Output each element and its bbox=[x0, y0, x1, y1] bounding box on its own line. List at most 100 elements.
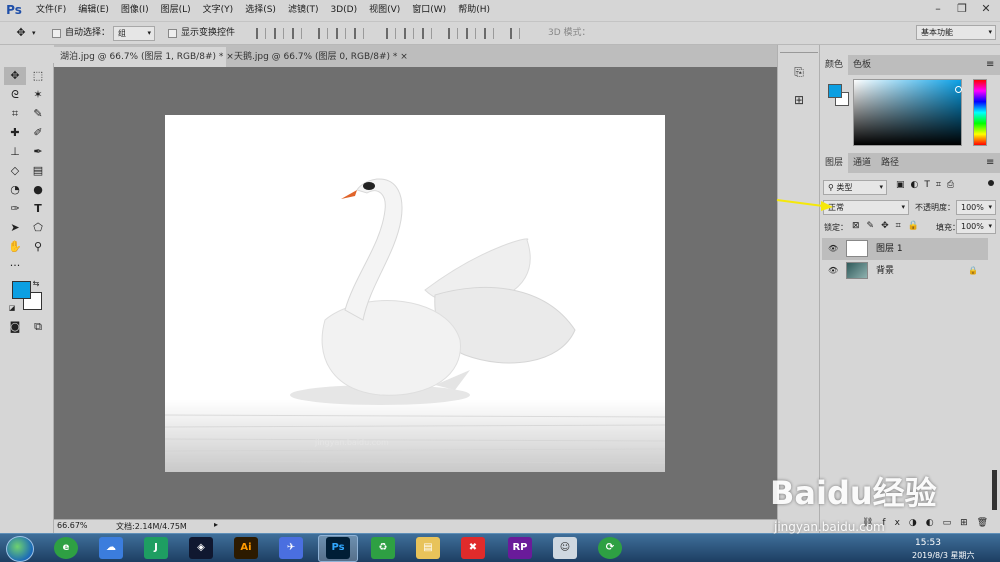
menu-help[interactable]: 帮助(H) bbox=[452, 0, 496, 20]
zoom-tool-icon[interactable]: ⚲ bbox=[27, 238, 49, 256]
browser-icon[interactable]: e bbox=[54, 537, 78, 559]
menu-filter[interactable]: 滤镜(T) bbox=[282, 0, 325, 20]
shape-tool-icon[interactable]: ⬠ bbox=[27, 219, 49, 237]
foreground-color-swatch[interactable] bbox=[12, 281, 31, 299]
netdisk-icon[interactable]: ☁ bbox=[99, 537, 123, 559]
path-select-icon[interactable]: ➤ bbox=[4, 219, 26, 237]
app-icon[interactable]: ◈ bbox=[189, 537, 213, 559]
eyedropper-icon[interactable]: ✎ bbox=[27, 105, 49, 123]
dodge-tool-icon[interactable]: ● bbox=[27, 181, 49, 199]
layer-row-layer1[interactable]: 👁 图层 1 bbox=[822, 238, 988, 260]
eye-icon[interactable]: 👁 bbox=[828, 260, 838, 282]
document-image[interactable]: jingyan.baidu.com bbox=[165, 115, 665, 472]
status-arrow-icon[interactable]: ▸ bbox=[214, 520, 218, 529]
menu-image[interactable]: 图像(I) bbox=[115, 0, 155, 20]
close-tab-icon[interactable]: × bbox=[400, 52, 408, 62]
illustrator-icon[interactable]: Ai bbox=[234, 537, 258, 559]
menu-type[interactable]: 文字(Y) bbox=[197, 0, 240, 20]
layer-name[interactable]: 图层 1 bbox=[876, 238, 903, 260]
brush-tool-icon[interactable]: ✐ bbox=[27, 124, 49, 142]
tab-lake[interactable]: 湖泊.jpg @ 66.7% (图层 1, RGB/8#) * × bbox=[54, 47, 234, 67]
workspace-dropdown[interactable]: 基本功能 ▾ bbox=[916, 25, 996, 40]
layer-filter-dropdown[interactable]: ⚲ 类型 ▾ bbox=[823, 180, 887, 195]
lock-icons[interactable]: ⊠✎✥⌗🔒 bbox=[852, 221, 926, 231]
restore-icon[interactable]: ❐ bbox=[952, 0, 972, 18]
menu-edit[interactable]: 编辑(E) bbox=[72, 0, 115, 20]
align-top-icon[interactable] bbox=[256, 28, 266, 39]
update-icon[interactable]: ⟳ bbox=[598, 537, 622, 559]
tab-paths[interactable]: 路径 bbox=[876, 153, 904, 173]
bird-app-icon[interactable]: ✈ bbox=[279, 537, 303, 559]
move-tool-preset-icon[interactable]: ✥ bbox=[10, 24, 32, 42]
minimize-icon[interactable]: – bbox=[928, 0, 948, 18]
zoom-level[interactable]: 66.67% bbox=[57, 521, 88, 530]
fill-input[interactable]: 100% ▾ bbox=[956, 219, 996, 234]
folder-icon[interactable]: ▤ bbox=[416, 537, 440, 559]
panel-menu-icon[interactable]: ≡ bbox=[986, 59, 994, 70]
distribute-top-icon[interactable] bbox=[386, 28, 396, 39]
blend-mode-dropdown[interactable]: 正常 ▾ bbox=[823, 200, 909, 215]
more-tools-icon[interactable]: ··· bbox=[4, 257, 26, 275]
distribute-hcenter-icon[interactable] bbox=[466, 28, 476, 39]
marquee-tool-icon[interactable]: ⬚ bbox=[27, 67, 49, 85]
color-picker-marker[interactable] bbox=[955, 86, 962, 93]
distribute-bottom-icon[interactable] bbox=[422, 28, 432, 39]
eye-icon[interactable]: 👁 bbox=[828, 238, 838, 260]
menu-window[interactable]: 窗口(W) bbox=[406, 0, 452, 20]
crop-tool-icon[interactable]: ⌗ bbox=[4, 105, 26, 123]
menu-select[interactable]: 选择(S) bbox=[239, 0, 282, 20]
recycle-app-icon[interactable]: ♻ bbox=[371, 537, 395, 559]
color-spectrum[interactable] bbox=[853, 79, 962, 146]
tab-swan[interactable]: 天鹅.jpg @ 66.7% (图层 0, RGB/8#) * × bbox=[228, 47, 408, 67]
hue-slider[interactable] bbox=[973, 79, 987, 146]
panel-menu-icon[interactable]: ≡ bbox=[986, 157, 994, 168]
start-button-icon[interactable] bbox=[6, 536, 34, 562]
menu-3d[interactable]: 3D(D) bbox=[324, 0, 363, 20]
auto-select-dropdown[interactable]: 组 ▾ bbox=[113, 26, 155, 41]
close-icon[interactable]: ✕ bbox=[976, 0, 996, 18]
auto-align-icon[interactable] bbox=[510, 28, 520, 39]
layer-name[interactable]: 背景 bbox=[876, 260, 894, 282]
axure-icon[interactable]: RP bbox=[508, 537, 532, 559]
layer-filter-icons[interactable]: ▣◐T⌗⎙ bbox=[896, 180, 960, 190]
x-app-icon[interactable]: ✖ bbox=[461, 537, 485, 559]
screen-mode-icon[interactable]: ⧉ bbox=[27, 318, 49, 336]
pen-tool-icon[interactable]: ✑ bbox=[4, 200, 26, 218]
menu-file[interactable]: 文件(F) bbox=[30, 0, 72, 20]
menu-view[interactable]: 视图(V) bbox=[363, 0, 406, 20]
panel-fg-swatch[interactable] bbox=[828, 84, 842, 98]
tab-channels[interactable]: 通道 bbox=[848, 153, 876, 173]
history-panel-icon[interactable]: ⎘ bbox=[786, 61, 812, 83]
tab-swatches[interactable]: 色板 bbox=[848, 55, 876, 75]
tab-layers[interactable]: 图层 bbox=[820, 153, 849, 173]
distribute-vcenter-icon[interactable] bbox=[404, 28, 414, 39]
align-vcenter-icon[interactable] bbox=[274, 28, 284, 39]
eraser-tool-icon[interactable]: ◇ bbox=[4, 162, 26, 180]
distribute-left-icon[interactable] bbox=[448, 28, 458, 39]
gradient-tool-icon[interactable]: ▤ bbox=[27, 162, 49, 180]
move-tool-icon[interactable]: ✥ bbox=[4, 67, 26, 85]
magic-wand-icon[interactable]: ✶ bbox=[27, 86, 49, 104]
clone-stamp-icon[interactable]: ⊥ bbox=[4, 143, 26, 161]
tab-color[interactable]: 颜色 bbox=[820, 55, 849, 75]
properties-panel-icon[interactable]: ⊞ bbox=[786, 89, 812, 111]
swap-colors-icon[interactable]: ⇆ bbox=[30, 275, 42, 293]
align-left-icon[interactable] bbox=[318, 28, 328, 39]
photoshop-icon[interactable]: Ps bbox=[326, 537, 350, 559]
auto-select-checkbox[interactable] bbox=[52, 29, 61, 38]
hand-tool-icon[interactable]: ✋ bbox=[4, 238, 26, 256]
align-right-icon[interactable] bbox=[354, 28, 364, 39]
align-hcenter-icon[interactable] bbox=[336, 28, 346, 39]
menu-layer[interactable]: 图层(L) bbox=[155, 0, 197, 20]
layer-row-background[interactable]: 👁 背景 🔒 bbox=[822, 260, 988, 282]
history-brush-icon[interactable]: ✒ bbox=[27, 143, 49, 161]
type-tool-icon[interactable]: T bbox=[27, 200, 49, 218]
filter-toggle-icon[interactable] bbox=[988, 180, 994, 186]
default-colors-icon[interactable]: ◪ bbox=[6, 299, 18, 317]
align-bottom-icon[interactable] bbox=[292, 28, 302, 39]
distribute-right-icon[interactable] bbox=[484, 28, 494, 39]
clock-date[interactable]: 2019/8/3 星期六 bbox=[912, 550, 974, 561]
strip-grip[interactable] bbox=[780, 47, 818, 53]
lasso-tool-icon[interactable]: ᘓ bbox=[4, 86, 26, 104]
avatar-icon[interactable]: ☺ bbox=[553, 537, 577, 559]
